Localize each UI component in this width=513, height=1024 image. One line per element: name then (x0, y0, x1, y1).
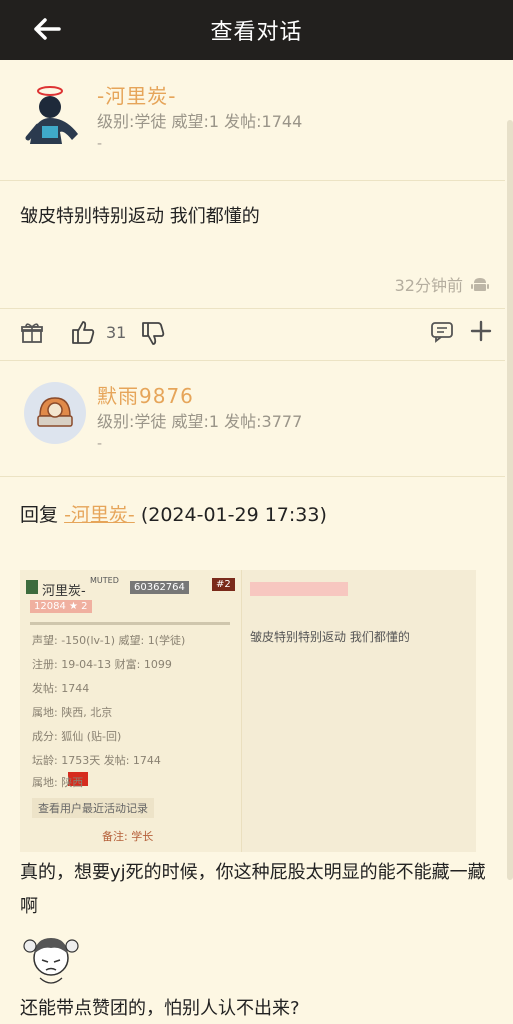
quoted-line: 声望: -150(lv-1) 威望: 1(学徒) (32, 634, 186, 647)
quoted-line: 成分: 狐仙 (贴-回) (32, 730, 122, 743)
remark-label: 备注: 学长 (102, 830, 154, 843)
reply-time: (2024-01-29 17:33) (140, 504, 327, 526)
quoted-line: 属地: 陕西, 北京 (32, 706, 113, 719)
comment-button[interactable] (430, 321, 454, 343)
anime-sticker-icon (23, 938, 79, 984)
divider (0, 476, 505, 477)
avatar[interactable] (18, 82, 86, 150)
status-badge (26, 580, 38, 594)
android-icon (471, 278, 489, 291)
user-stats: 级别:学徒 威望:1 发帖:3777 (97, 412, 303, 431)
quoted-text: 皱皮特别特别返动 我们都懂的 (250, 630, 410, 644)
activity-link: 查看用户最近活动记录 (32, 798, 154, 818)
post-content: 皱皮特别特别返动 我们都懂的 (20, 206, 260, 227)
reply-paragraph: 真的，想要yj死的时候，你这种屁股太明显的能不能藏一藏啊 (20, 862, 486, 917)
thumbs-up-icon (72, 321, 95, 344)
quoted-action-bar (250, 582, 348, 596)
reputation-badge: 12084 ★ 2 (30, 600, 92, 613)
user-info: -河里炭- 级别:学徒 威望:1 发帖:1744 - (0, 60, 505, 180)
comment-icon (431, 322, 453, 343)
quoted-username: 河里炭- (42, 584, 86, 599)
like-count: 31 (106, 322, 127, 342)
quoted-line: 坛龄: 1753天 发帖: 1744 (32, 754, 161, 767)
reply-user-link[interactable]: -河里炭- (64, 504, 135, 526)
uid-badge: 60362764 (130, 581, 189, 594)
scrollbar[interactable] (507, 120, 513, 880)
user-info: 默雨9876 级别:学徒 威望:1 发帖:3777 - (0, 360, 505, 480)
arrow-left-icon (34, 18, 61, 40)
gift-button[interactable] (20, 321, 44, 345)
user-signature: - (97, 136, 103, 152)
reply-paragraph: 还能带点赞团的，怕别人认不出来? (20, 998, 300, 1019)
dislike-button[interactable] (140, 321, 166, 347)
username[interactable]: -河里炭- (97, 80, 176, 109)
back-button[interactable] (30, 14, 64, 44)
progress-bar (30, 622, 230, 625)
plus-icon (470, 320, 492, 342)
quoted-line: 发帖: 1744 (32, 682, 90, 695)
reply-reference: 回复 -河里炭- (2024-01-29 17:33) (20, 500, 327, 527)
username[interactable]: 默雨9876 (97, 380, 194, 409)
user-stats: 级别:学徒 威望:1 发帖:1744 (97, 112, 303, 131)
divider (0, 180, 505, 181)
quoted-user-panel: 河里炭- MUTED 60362764 #2 12084 ★ 2 声望: -15… (20, 570, 242, 852)
like-button[interactable]: 31 (70, 319, 126, 345)
page-title: 查看对话 (210, 20, 303, 45)
add-button[interactable] (470, 320, 492, 342)
quoted-screenshot[interactable]: 河里炭- MUTED 60362764 #2 12084 ★ 2 声望: -15… (20, 570, 476, 852)
reply-prefix: 回复 (20, 504, 59, 526)
avatar[interactable] (24, 382, 86, 444)
thumbs-down-icon (142, 322, 165, 345)
post-item: -河里炭- 级别:学徒 威望:1 发帖:1744 - 皱皮特别特别返动 我们都懂… (0, 60, 505, 360)
post-item: 默雨9876 级别:学徒 威望:1 发帖:3777 - 回复 -河里炭- (20… (0, 360, 505, 1024)
gift-icon (21, 323, 43, 343)
quoted-line: 属地: 陕西 (32, 776, 84, 789)
time-label: 32分钟前 (394, 276, 463, 295)
quoted-line: 注册: 19-04-13 财富: 1099 (32, 658, 172, 671)
post-time: 32分钟前 (395, 272, 489, 296)
user-signature: - (97, 436, 103, 452)
post-actions: 31 (0, 308, 505, 360)
top-bar: 查看对话 (0, 0, 513, 60)
floor-badge: #2 (212, 578, 235, 591)
muted-label: MUTED (90, 576, 119, 585)
